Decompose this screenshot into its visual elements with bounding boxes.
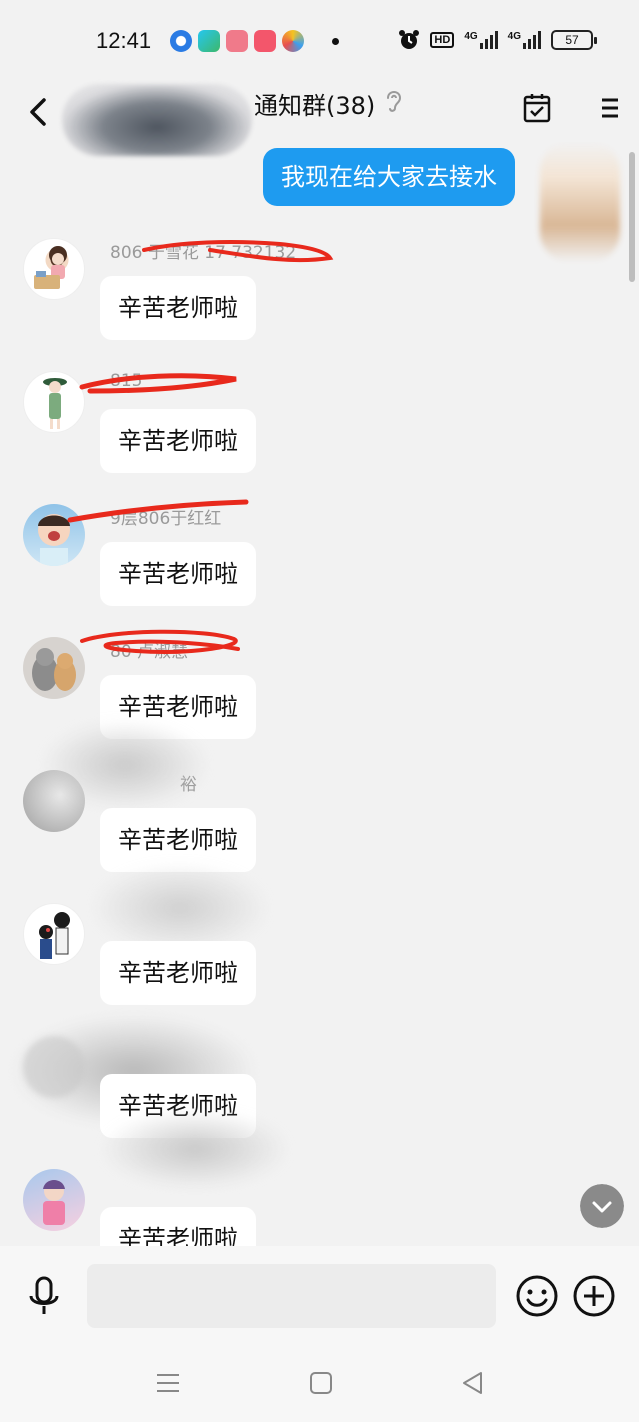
avatar-child-icon xyxy=(38,514,70,566)
microphone-icon[interactable] xyxy=(24,1274,64,1318)
avatar[interactable] xyxy=(23,770,85,832)
avatar[interactable] xyxy=(23,1169,85,1231)
avatar-girl-icon xyxy=(43,378,67,429)
chat-title[interactable]: 通知群(38) xyxy=(254,86,375,121)
nav-menu-icon[interactable] xyxy=(155,1370,181,1396)
avatar[interactable] xyxy=(23,637,85,699)
hd-badge: HD xyxy=(430,32,455,48)
status-more-dot xyxy=(332,37,339,45)
status-time: 12:41 xyxy=(96,28,152,53)
signal-icon: 4G xyxy=(508,31,541,49)
avatar-couple-icon xyxy=(39,912,70,959)
system-nav-bar xyxy=(0,1346,639,1422)
ear-icon[interactable] xyxy=(383,86,405,114)
avatar-girl-icon xyxy=(34,246,67,289)
chat-header: 通知群(38) xyxy=(0,84,639,156)
app-notification-icon xyxy=(254,30,276,52)
emoji-icon[interactable] xyxy=(515,1274,559,1318)
scroll-to-bottom-button[interactable] xyxy=(580,1184,624,1228)
app-notification-icon xyxy=(282,30,304,52)
message-input[interactable] xyxy=(87,1264,496,1328)
chat-message: 806 于雪花 17 732132 辛苦老师啦 xyxy=(0,238,639,371)
status-bar: 12:41 HD 4G 4G 57 xyxy=(0,0,639,84)
app-notification-icon xyxy=(170,30,192,52)
app-notification-icon xyxy=(226,30,248,52)
sender-name: 80 卢淑慧 xyxy=(110,642,189,662)
status-indicators: HD 4G 4G 57 xyxy=(398,29,597,51)
plus-circle-icon[interactable] xyxy=(572,1274,616,1318)
avatar[interactable] xyxy=(23,903,85,965)
chat-message: 辛苦老师啦 xyxy=(0,1016,639,1169)
redaction-scribble xyxy=(79,373,237,394)
message-bubble[interactable]: 辛苦老师啦 xyxy=(100,808,256,872)
message-bubble[interactable]: 辛苦老师啦 xyxy=(100,941,256,1005)
status-app-icons xyxy=(170,30,339,52)
battery-level: 57 xyxy=(565,33,579,47)
calendar-check-icon[interactable] xyxy=(522,92,552,124)
my-message-bubble[interactable]: 我现在给大家去接水 xyxy=(263,148,515,206)
sender-name: 806 于雪花 17 732132 xyxy=(110,243,297,263)
message-input-bar xyxy=(0,1246,639,1346)
avatar[interactable] xyxy=(23,238,85,300)
message-bubble[interactable]: 辛苦老师啦 xyxy=(100,276,256,340)
avatar-girl-icon xyxy=(43,1180,65,1225)
network-label: 4G xyxy=(507,31,521,42)
sender-name: 9层806于红红 xyxy=(110,509,222,529)
chat-message: 815 辛苦老师啦 xyxy=(0,371,639,504)
nav-home-icon[interactable] xyxy=(308,1370,334,1396)
nav-back-icon[interactable] xyxy=(460,1370,486,1396)
avatar[interactable] xyxy=(23,371,85,433)
more-menu-icon[interactable] xyxy=(600,94,620,122)
app-notification-icon xyxy=(198,30,220,52)
message-bubble[interactable]: 辛苦老师啦 xyxy=(100,1207,256,1246)
chat-message: 辛苦老师啦 xyxy=(0,1109,639,1246)
sender-name: 815 xyxy=(110,371,143,391)
avatar[interactable] xyxy=(23,504,85,566)
signal-icon: 4G xyxy=(464,31,498,49)
chat-message: 80 卢淑慧 辛苦老师啦 xyxy=(0,629,639,770)
chat-message-list[interactable]: 我现在给大家去接水 806 于雪花 17 732132 辛苦老师啦 815 辛苦… xyxy=(0,142,639,1246)
battery-icon: 57 xyxy=(551,30,597,50)
network-label: 4G xyxy=(464,31,478,42)
message-bubble[interactable]: 辛苦老师啦 xyxy=(100,675,256,739)
back-arrow-icon[interactable] xyxy=(24,94,54,130)
avatar-cats-icon xyxy=(32,648,76,691)
chat-message: 9层806于红红 辛苦老师啦 xyxy=(0,499,639,637)
message-bubble[interactable]: 辛苦老师啦 xyxy=(100,542,256,606)
avatar[interactable] xyxy=(23,1036,85,1098)
sender-name: 裕 xyxy=(180,775,197,795)
chat-message: 辛苦老师啦 xyxy=(0,863,639,1036)
message-bubble[interactable]: 辛苦老师啦 xyxy=(100,409,256,473)
message-bubble[interactable]: 辛苦老师啦 xyxy=(100,1074,256,1138)
alarm-icon xyxy=(399,30,420,49)
chat-message: 裕 辛苦老师啦 xyxy=(0,720,639,903)
